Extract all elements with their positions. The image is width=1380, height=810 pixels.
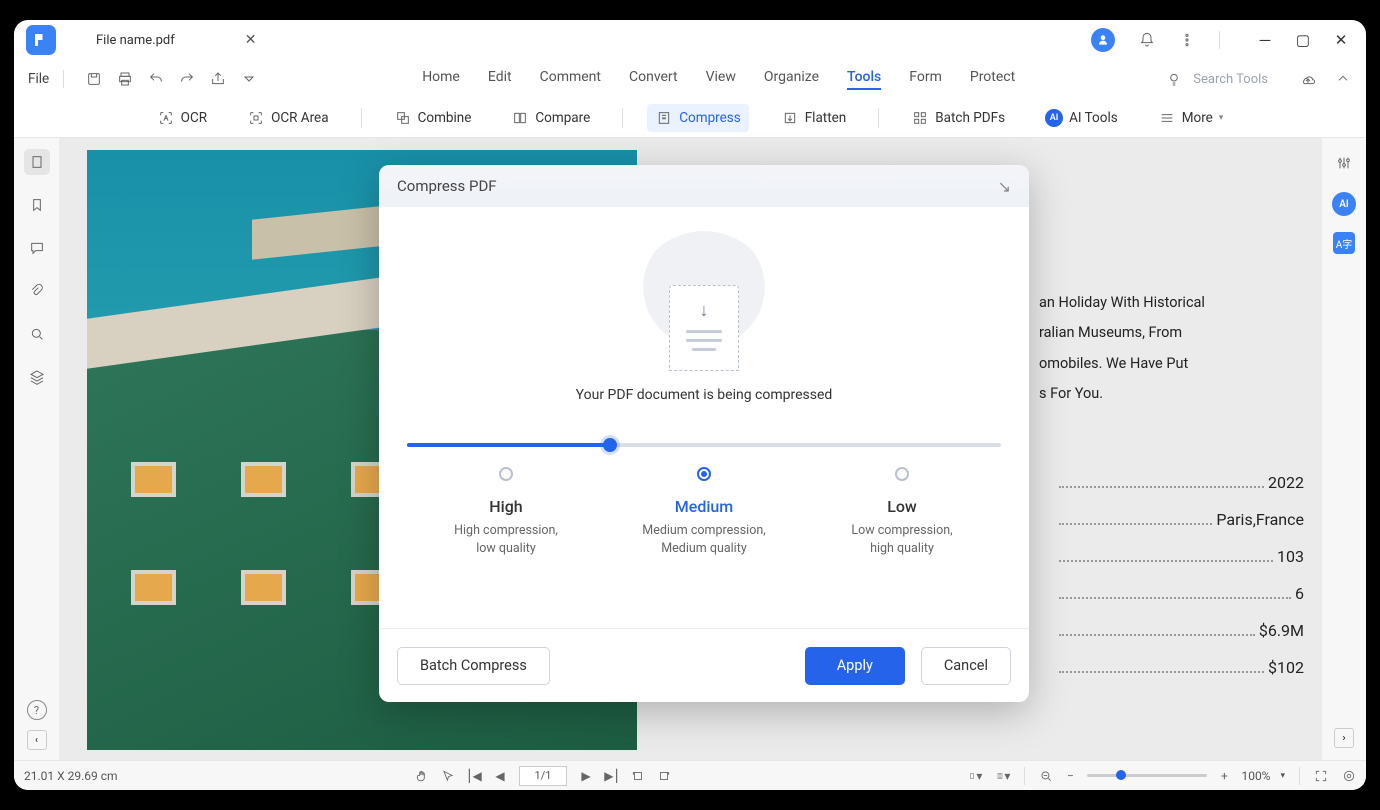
app-logo bbox=[26, 25, 56, 55]
save-icon[interactable] bbox=[84, 70, 103, 89]
cancel-button[interactable]: Cancel bbox=[921, 647, 1011, 685]
radio-medium[interactable] bbox=[697, 467, 711, 481]
bookmark-icon[interactable] bbox=[24, 192, 50, 218]
option-medium[interactable]: Medium Medium compression,Medium quality bbox=[619, 467, 789, 557]
thumbnails-icon[interactable] bbox=[24, 149, 50, 175]
ocr-area-button[interactable]: OCR Area bbox=[239, 104, 337, 132]
more-icon bbox=[1158, 109, 1176, 127]
tab-home[interactable]: Home bbox=[422, 69, 460, 90]
undo-icon[interactable] bbox=[146, 70, 165, 89]
slider-thumb[interactable] bbox=[603, 438, 617, 452]
tab-tools[interactable]: Tools bbox=[847, 69, 881, 90]
radio-high[interactable] bbox=[499, 467, 513, 481]
compression-slider[interactable] bbox=[407, 443, 1001, 447]
tab-close-icon[interactable]: ✕ bbox=[245, 32, 257, 48]
apply-button[interactable]: Apply bbox=[805, 647, 905, 685]
zoom-value: 100% bbox=[1241, 769, 1270, 783]
option-low[interactable]: Low Low compression,high quality bbox=[817, 467, 987, 557]
close-window-button[interactable]: ✕ bbox=[1334, 33, 1348, 47]
ocr-icon bbox=[157, 109, 175, 127]
batch-icon bbox=[911, 109, 929, 127]
fit-width-icon[interactable]: ▾ bbox=[968, 769, 982, 783]
compress-message: Your PDF document is being compressed bbox=[399, 387, 1009, 403]
tab-convert[interactable]: Convert bbox=[629, 69, 678, 90]
tab-organize[interactable]: Organize bbox=[764, 69, 819, 90]
ai-icon: AI bbox=[1045, 109, 1063, 127]
ai-assistant-icon[interactable]: AI bbox=[1332, 192, 1356, 216]
maximize-button[interactable]: ▢ bbox=[1296, 33, 1310, 47]
expand-right-icon[interactable]: › bbox=[1334, 728, 1354, 748]
zoom-minus-icon[interactable]: − bbox=[1063, 769, 1077, 783]
rotate-left-icon[interactable] bbox=[631, 769, 645, 783]
fit-page-icon[interactable]: ▾ bbox=[996, 769, 1010, 783]
prev-page-icon[interactable]: ◀ bbox=[493, 769, 507, 783]
translate-icon[interactable]: A字 bbox=[1333, 232, 1355, 254]
dropdown-icon[interactable] bbox=[239, 70, 258, 89]
page-number-input[interactable]: 1/1 bbox=[519, 766, 567, 786]
next-page-icon[interactable]: ▶ bbox=[579, 769, 593, 783]
combine-button[interactable]: Combine bbox=[386, 104, 480, 132]
document-paragraph: an Holiday With Historical ralian Museum… bbox=[1039, 288, 1299, 410]
rotate-right-icon[interactable] bbox=[657, 769, 671, 783]
ocr-button[interactable]: OCR bbox=[149, 104, 215, 132]
dialog-close-icon[interactable]: ↘ bbox=[998, 177, 1011, 196]
hand-tool-icon[interactable] bbox=[415, 769, 429, 783]
search-icon[interactable] bbox=[24, 321, 50, 347]
comment-icon[interactable] bbox=[24, 235, 50, 261]
kebab-menu-icon[interactable] bbox=[1179, 32, 1195, 48]
compress-dialog: Compress PDF ↘ ↓ Your PDF document is be… bbox=[379, 165, 1029, 702]
fullscreen-icon[interactable] bbox=[1314, 769, 1328, 783]
document-data-list: 2022 Paris,France 103 6 $6.9M $102 bbox=[1059, 473, 1304, 695]
compress-illustration: ↓ bbox=[634, 231, 774, 371]
flatten-button[interactable]: Flatten bbox=[773, 104, 855, 132]
ocr-area-icon bbox=[247, 109, 265, 127]
minimize-button[interactable]: ─ bbox=[1258, 33, 1272, 47]
zoom-slider[interactable] bbox=[1087, 774, 1207, 777]
zoom-out-icon[interactable] bbox=[1039, 769, 1053, 783]
first-page-icon[interactable]: ⎮◀ bbox=[467, 769, 481, 783]
radio-low[interactable] bbox=[895, 467, 909, 481]
tab-edit[interactable]: Edit bbox=[488, 69, 512, 90]
compare-button[interactable]: Compare bbox=[503, 104, 598, 132]
tab-form[interactable]: Form bbox=[909, 69, 942, 90]
batch-compress-button[interactable]: Batch Compress bbox=[397, 647, 550, 685]
print-icon[interactable] bbox=[115, 70, 134, 89]
settings-icon[interactable] bbox=[1331, 150, 1357, 176]
bell-icon[interactable] bbox=[1139, 32, 1155, 48]
file-menu[interactable]: File bbox=[28, 71, 49, 87]
attachment-icon[interactable] bbox=[24, 278, 50, 304]
dialog-title: Compress PDF bbox=[397, 177, 497, 195]
layers-icon[interactable] bbox=[24, 364, 50, 390]
user-avatar[interactable] bbox=[1091, 28, 1115, 52]
select-tool-icon[interactable] bbox=[441, 769, 455, 783]
tab-view[interactable]: View bbox=[706, 69, 736, 90]
help-icon[interactable]: ? bbox=[27, 700, 47, 720]
compress-icon bbox=[655, 109, 673, 127]
flatten-icon bbox=[781, 109, 799, 127]
page-dimensions: 21.01 X 29.69 cm bbox=[24, 769, 118, 783]
combine-icon bbox=[394, 109, 412, 127]
batch-pdfs-button[interactable]: Batch PDFs bbox=[903, 104, 1013, 132]
redo-icon[interactable] bbox=[177, 70, 196, 89]
tab-file[interactable]: File name.pdf ✕ bbox=[82, 23, 270, 57]
lightbulb-icon[interactable] bbox=[1164, 70, 1183, 89]
tab-protect[interactable]: Protect bbox=[970, 69, 1015, 90]
compress-button[interactable]: Compress bbox=[647, 104, 748, 132]
search-tools[interactable]: Search Tools bbox=[1193, 72, 1268, 87]
zoom-plus-icon[interactable]: + bbox=[1217, 769, 1231, 783]
reading-mode-icon[interactable] bbox=[1342, 769, 1356, 783]
cloud-icon[interactable] bbox=[1298, 70, 1317, 89]
separator bbox=[1219, 31, 1220, 49]
compare-icon bbox=[511, 109, 529, 127]
option-high[interactable]: High High compression,low quality bbox=[421, 467, 591, 557]
more-button[interactable]: More ▾ bbox=[1150, 104, 1232, 132]
share-icon[interactable] bbox=[208, 70, 227, 89]
last-page-icon[interactable]: ▶⎮ bbox=[605, 769, 619, 783]
tab-comment[interactable]: Comment bbox=[540, 69, 601, 90]
tab-label: File name.pdf bbox=[96, 33, 175, 48]
collapse-icon[interactable] bbox=[1333, 70, 1352, 89]
ai-tools-button[interactable]: AI AI Tools bbox=[1037, 104, 1126, 132]
expand-left-icon[interactable]: ‹ bbox=[27, 730, 47, 750]
